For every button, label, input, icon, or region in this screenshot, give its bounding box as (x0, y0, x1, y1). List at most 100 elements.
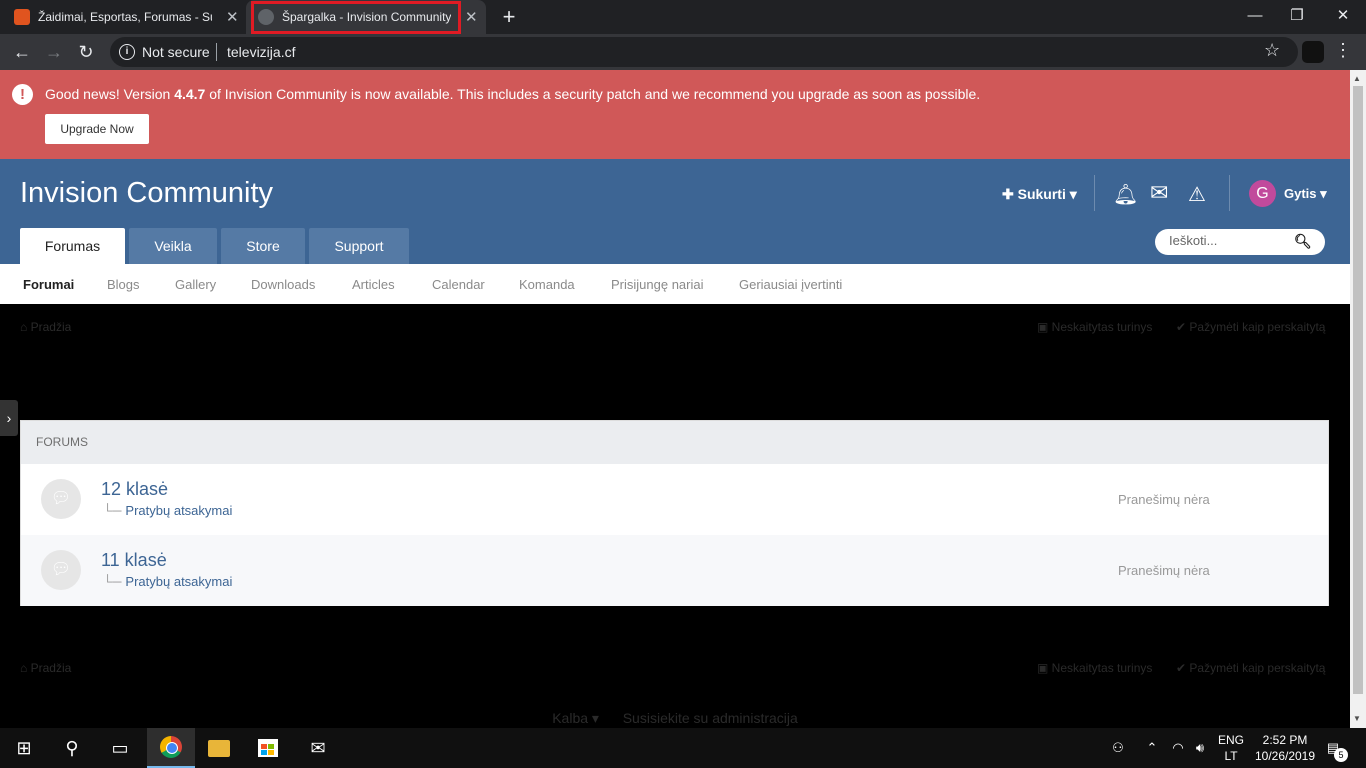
drawer-toggle-chevron-icon[interactable]: › (0, 400, 18, 436)
tab-title: Špargalka - Invision Community (282, 10, 452, 24)
browser-tab-esportas[interactable]: Žaidimai, Esportas, Forumas - Su ✕ (14, 0, 242, 34)
caret-down-icon: ▾ (1316, 186, 1327, 201)
reload-button[interactable]: ↻ (74, 40, 98, 64)
address-bar[interactable]: i Not secure televizija.cf ☆ (110, 37, 1298, 67)
mark-read-link[interactable]: ✔ Pažymėti kaip perskaitytą (1176, 661, 1325, 675)
breadcrumb-home[interactable]: Pradžia (31, 661, 72, 675)
language-indicator[interactable]: ENG LT (1216, 732, 1246, 764)
menu-icon[interactable]: ⋮ (1334, 40, 1352, 61)
create-button[interactable]: ✚ Sukurti ▾ (1002, 186, 1077, 203)
breadcrumb-home[interactable]: Pradžia (31, 320, 72, 334)
forum-title[interactable]: 12 klasė (101, 479, 168, 500)
minimize-button[interactable]: — (1232, 0, 1278, 30)
info-icon[interactable]: i (119, 44, 135, 60)
avatar[interactable]: G (1249, 180, 1276, 207)
scroll-up-icon[interactable]: ▲ (1353, 74, 1361, 83)
envelope-icon[interactable]: ✉ (1150, 180, 1168, 206)
mail-icon[interactable]: ✉ (294, 728, 342, 768)
alert-icon: ! (12, 84, 33, 105)
create-label: Sukurti (1017, 186, 1066, 202)
forward-button[interactable]: → (42, 40, 66, 64)
subforum-link[interactable]: └─ Pratybų atsakymai (103, 503, 232, 518)
site-title[interactable]: Invision Community (20, 177, 273, 210)
header-divider (1229, 175, 1230, 211)
tab-close-icon[interactable]: ✕ (226, 8, 239, 26)
subnav-item-gallery[interactable]: Gallery (175, 277, 216, 292)
maximize-button[interactable]: ❐ (1274, 0, 1320, 30)
star-icon[interactable]: ☆ (1264, 40, 1280, 61)
page-scrollbar[interactable]: ▲ ▼ (1350, 70, 1366, 728)
extension-icon[interactable] (1302, 41, 1324, 63)
scrollbar-thumb[interactable] (1353, 86, 1363, 694)
check-icon: ✔ (1176, 320, 1190, 334)
subnav-item-articles[interactable]: Articles (352, 277, 395, 292)
unread-content-link[interactable]: ▣ Neskaitytas turinys (1037, 320, 1152, 334)
upgrade-now-button[interactable]: Upgrade Now (45, 114, 149, 144)
search-input[interactable] (1169, 233, 1289, 248)
contact-admin-link[interactable]: Susisiekite su administracija (623, 710, 798, 726)
security-label[interactable]: Not secure (142, 44, 210, 60)
unread-content-link[interactable]: ▣ Neskaitytas turinys (1037, 661, 1152, 675)
subnav-item-calendar[interactable]: Calendar (432, 277, 485, 292)
store-icon[interactable] (244, 728, 292, 768)
back-button[interactable]: ← (10, 40, 34, 64)
subnav-item-online-members[interactable]: Prisijungę nariai (611, 277, 704, 292)
forum-row: 💬︎ 11 klasė └─ Pratybų atsakymai Pranešim… (21, 535, 1328, 606)
tab-forumas[interactable]: Forumas (20, 228, 125, 264)
forum-last-post: Pranešimų nėra (1118, 492, 1210, 507)
wifi-icon[interactable]: ◠ (1168, 728, 1188, 768)
windows-start-icon[interactable]: ⊞ (0, 728, 48, 768)
forum-title[interactable]: 11 klasė (101, 550, 167, 571)
task-view-icon[interactable]: ▭ (96, 728, 144, 768)
url-separator (216, 43, 217, 61)
tab-support[interactable]: Support (309, 228, 409, 264)
branch-icon: └─ (103, 574, 122, 589)
warning-icon[interactable]: ⚠ (1188, 182, 1206, 207)
bell-icon[interactable]: 🔔︎ (1113, 182, 1138, 207)
tab-veikla[interactable]: Veikla (129, 228, 217, 264)
chat-bubbles-icon: 💬︎ (41, 479, 81, 519)
subnav-item-downloads[interactable]: Downloads (251, 277, 315, 292)
plus-icon: ✚ (1002, 186, 1018, 202)
caret-down-icon: ▾ (1065, 186, 1077, 202)
new-tab-button[interactable]: + (498, 4, 520, 30)
site-header: Invision Community ✚ Sukurti ▾ 🔔︎ ✉ ⚠ G … (0, 159, 1350, 264)
subnav-item-top-rated[interactable]: Geriausiai įvertinti (739, 277, 842, 292)
footer-links: Kalba ▾ Susisiekite su administracija (0, 710, 1350, 727)
clock[interactable]: 2:52 PM 10/26/2019 (1250, 732, 1320, 764)
mark-read-link[interactable]: ✔ Pažymėti kaip perskaitytą (1176, 320, 1325, 334)
chrome-taskbar-icon[interactable] (147, 728, 195, 768)
forums-card: FORUMS 💬︎ 12 klasė └─ Pratybų atsakymai P… (20, 420, 1329, 606)
chrome-logo-icon (160, 736, 182, 758)
tab-close-icon[interactable]: ✕ (465, 8, 478, 26)
subforum-link[interactable]: └─ Pratybų atsakymai (103, 574, 232, 589)
search-icon[interactable]: 🔍︎ (1294, 233, 1312, 250)
breadcrumb-bottom[interactable]: ⌂ Pradžia (20, 661, 71, 675)
breadcrumb[interactable]: ⌂ Pradžia (20, 320, 71, 334)
search-icon[interactable]: ⚲ (48, 728, 96, 768)
upgrade-banner: ! Good news! Version 4.4.7 of Invision C… (0, 70, 1350, 159)
tab-store[interactable]: Store (221, 228, 305, 264)
upgrade-message: Good news! Version 4.4.7 of Invision Com… (45, 86, 981, 102)
people-icon[interactable]: ⚇ (1106, 728, 1130, 768)
check-icon: ✔ (1176, 661, 1190, 675)
subnav-item-forumai[interactable]: Forumai (23, 277, 74, 292)
user-menu[interactable]: Gytis ▾ (1284, 186, 1327, 202)
windows-taskbar: ⊞ ⚲ ▭ ✉ ⚇ ⌃ ◠ 🔊︎ ENG LT 2:52 PM 10/26/20… (0, 728, 1366, 768)
subnav-item-blogs[interactable]: Blogs (107, 277, 140, 292)
volume-icon[interactable]: 🔊︎ (1190, 728, 1210, 768)
language-menu[interactable]: Kalba ▾ (552, 710, 599, 726)
branch-icon: └─ (103, 503, 122, 518)
browser-tab-spargalka[interactable]: Špargalka - Invision Community ✕ (246, 0, 486, 34)
file-explorer-icon[interactable] (195, 728, 243, 768)
url-text[interactable]: televizija.cf (227, 44, 295, 60)
user-name: Gytis (1284, 186, 1317, 201)
subnav-item-komanda[interactable]: Komanda (519, 277, 575, 292)
scroll-down-icon[interactable]: ▼ (1353, 714, 1361, 723)
chevron-up-icon[interactable]: ⌃ (1142, 728, 1162, 768)
clock-time: 2:52 PM (1262, 733, 1308, 747)
window-close-button[interactable]: ✕ (1320, 0, 1366, 30)
notification-badge: 5 (1334, 748, 1348, 762)
page-content: ! Good news! Version 4.4.7 of Invision C… (0, 70, 1350, 728)
tab-title: Žaidimai, Esportas, Forumas - Su (38, 10, 212, 24)
